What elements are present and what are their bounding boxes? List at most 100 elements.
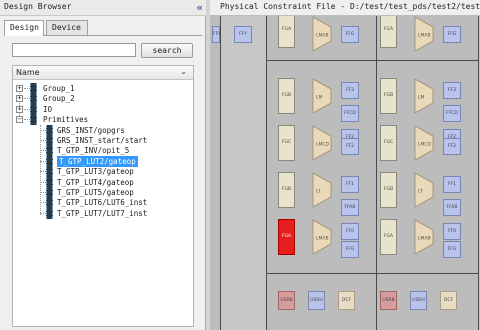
tree-item[interactable]: T_GTP_LUT6/LUT6_inst	[13, 197, 193, 209]
ff-block[interactable]: FFCD	[443, 105, 461, 122]
ff-block[interactable]: FF1	[341, 176, 359, 193]
design-tree[interactable]: Name ⌄ + Group_1 + Group_2 + IO − Primitives GRS…	[12, 65, 194, 327]
lut-block[interactable]: LMCD	[414, 125, 434, 165]
ff-block[interactable]: FF2	[341, 138, 359, 155]
tree-item[interactable]: T_GTP_LUT4/gateop	[13, 176, 193, 188]
io-block[interactable]: USRH	[308, 291, 325, 310]
fg-block-label: FGC	[281, 140, 292, 145]
ff-block-label: FF2	[345, 143, 355, 149]
chevron-down-icon[interactable]: ⌄	[180, 67, 187, 76]
floorplan-column-divider	[376, 16, 377, 330]
lut-block[interactable]: LT	[312, 172, 332, 212]
tree-item[interactable]: T_GTP_LUT2/gateop	[13, 155, 193, 167]
fg-block-label: FGA	[281, 27, 292, 32]
ff-block[interactable]: FFG	[341, 241, 359, 258]
design-browser-title: Design Browser	[4, 2, 72, 11]
tree-item-label: T_GTP_LUT5/gateop	[57, 188, 134, 197]
ff-block[interactable]: FFAB	[443, 199, 461, 216]
tree-item-label: Primitives	[43, 115, 89, 125]
io-block[interactable]: USRB	[278, 291, 295, 310]
ff-block[interactable]: FFY	[212, 26, 221, 43]
expand-icon[interactable]: +	[16, 85, 23, 92]
tree-item[interactable]: + Group_2	[13, 93, 193, 105]
ff-block-label: FFG	[447, 31, 457, 37]
lut-block[interactable]: LMCD	[312, 125, 332, 165]
fg-block[interactable]: FGC	[380, 125, 397, 161]
fg-block[interactable]: FGB	[380, 172, 397, 208]
fg-block[interactable]: FGB	[380, 78, 397, 114]
tree-item[interactable]: − Primitives	[13, 114, 193, 126]
lut-shape-icon	[312, 172, 332, 208]
fg-block[interactable]: FGC	[278, 125, 295, 161]
lut-shape-icon	[414, 172, 434, 208]
ff-block[interactable]: FFG	[443, 26, 461, 43]
tree-item-label: Group_2	[43, 94, 75, 104]
lut-block[interactable]: LMAB	[414, 16, 434, 56]
fg-block[interactable]: FGA	[278, 16, 295, 48]
tree-item[interactable]: GRS_INST/gopgrs	[13, 124, 193, 136]
ff-block[interactable]: FFCD	[341, 105, 359, 122]
tree-item[interactable]: GRS_INST_start/start	[13, 135, 193, 146]
lut-block-label: LMAB	[316, 33, 329, 39]
ff-block[interactable]: FFY	[234, 26, 252, 43]
search-button[interactable]: search	[141, 43, 193, 58]
floorplan-column-divider	[478, 16, 479, 330]
tree-item[interactable]: + Group_1	[13, 83, 193, 94]
tree-item-label: T_GTP_LUT7/LUT7_inst	[57, 208, 148, 218]
fg-block-label: FGC	[383, 140, 394, 145]
tree-column-header[interactable]: Name ⌄	[13, 66, 193, 80]
ff-block[interactable]: FFAB	[341, 199, 359, 216]
device-floorplan-canvas[interactable]: FFY FFY FGA LMAB FFG FGB LM FF3 FFCD FGC LMCD FF2 FF…	[210, 16, 480, 330]
io-block-label: DCF	[443, 297, 454, 303]
fg-block[interactable]: FGA	[380, 219, 397, 255]
ff-block[interactable]: FFG	[443, 241, 461, 258]
module-chip-icon	[30, 93, 37, 105]
lut-block[interactable]: LMAB	[414, 219, 434, 259]
ff-block[interactable]: FF2	[443, 138, 461, 155]
lut-block[interactable]: LM	[414, 78, 434, 118]
io-block[interactable]: USRH	[410, 291, 427, 310]
tree-item-label: T_GTP_LUT2/gateop	[57, 155, 138, 167]
fg-block[interactable]: FGA	[380, 16, 397, 48]
tree-item[interactable]: + IO	[13, 103, 193, 115]
lut-block-label: LMAB	[418, 33, 431, 39]
tree-item[interactable]: T_GTP_INV/opit_5	[13, 145, 193, 157]
ff-block[interactable]: FFG	[341, 26, 359, 43]
primitive-chip-icon	[46, 166, 53, 178]
expand-icon[interactable]: +	[16, 105, 23, 113]
ff-block[interactable]: FF0	[341, 223, 359, 240]
search-input[interactable]	[12, 43, 136, 57]
io-block[interactable]: DCF	[338, 291, 355, 310]
tab-device[interactable]: Device	[46, 20, 88, 35]
tab-design[interactable]: Design	[4, 20, 44, 36]
design-browser-titlebar: Design Browser «	[0, 0, 206, 16]
ff-block[interactable]: FF3	[443, 82, 461, 99]
primitive-chip-icon	[46, 155, 53, 167]
fg-block[interactable]: FGB	[278, 172, 295, 208]
ff-block[interactable]: FF0	[443, 223, 461, 240]
tree-item[interactable]: T_GTP_LUT5/gateop	[13, 187, 193, 198]
tree-item-label: IO	[43, 104, 53, 114]
tree-item[interactable]: T_GTP_LUT7/LUT7_inst	[13, 207, 193, 219]
expand-icon[interactable]: +	[16, 95, 23, 103]
io-block[interactable]: DCF	[440, 291, 457, 310]
lut-block[interactable]: LMAB	[312, 16, 332, 56]
lut-block-label: LT	[316, 189, 321, 195]
lut-block[interactable]: LM	[312, 78, 332, 118]
lut-block[interactable]: LMAB	[312, 219, 332, 259]
selected-fg-block[interactable]: FGA	[278, 219, 295, 255]
ff-block-label: FFY	[213, 31, 221, 37]
io-block[interactable]: USRB	[380, 291, 397, 310]
module-chip-icon	[30, 114, 37, 126]
tree-item[interactable]: T_GTP_LUT3/gateop	[13, 166, 193, 178]
fg-block[interactable]: FGB	[278, 78, 295, 114]
lut-block[interactable]: LT	[414, 172, 434, 212]
ff-block[interactable]: FF3	[341, 82, 359, 99]
ff-block-label: FFAB	[446, 204, 458, 210]
collapse-panel-icon[interactable]: «	[196, 0, 203, 15]
collapse-icon[interactable]: −	[16, 116, 23, 124]
ff-block-label: FFG	[345, 31, 355, 37]
ff-block[interactable]: FF1	[443, 176, 461, 193]
fg-block-label: FGB	[281, 187, 292, 192]
module-chip-icon	[30, 103, 37, 115]
